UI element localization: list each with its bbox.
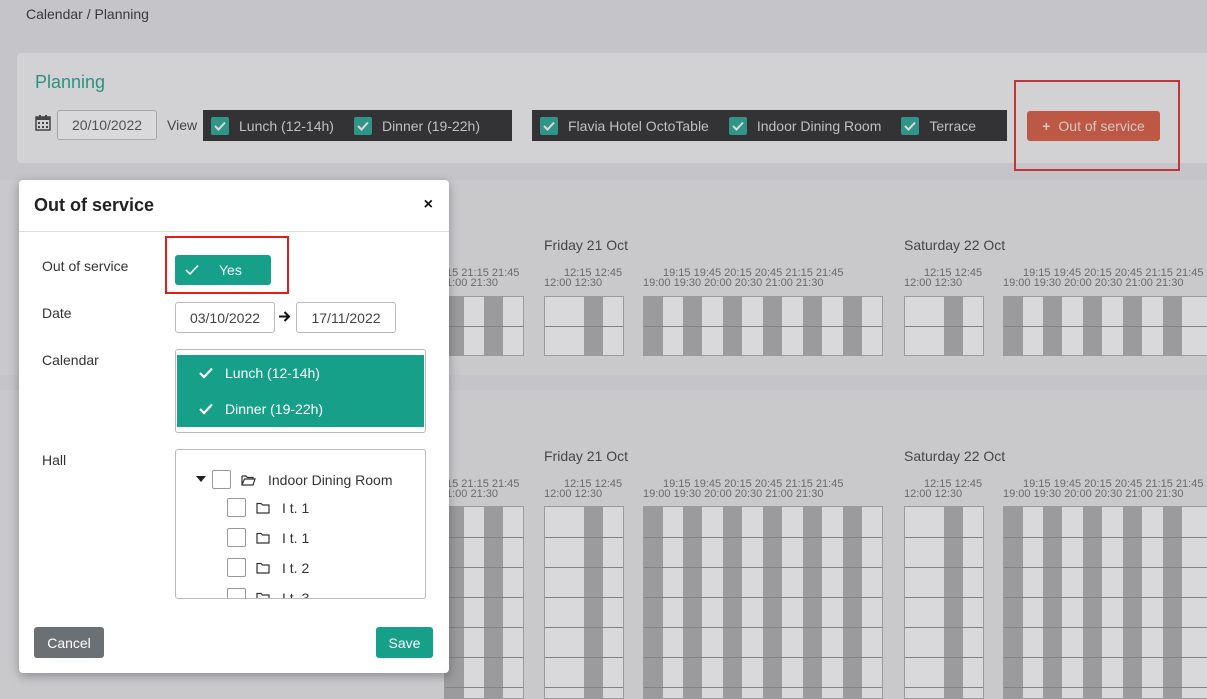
- tree-node-label: I t. 1: [282, 529, 310, 546]
- tree-node[interactable]: I t. 2: [227, 558, 309, 577]
- folder-open-icon: [241, 474, 256, 486]
- folder-icon: [256, 562, 270, 574]
- check-icon: [199, 367, 213, 379]
- tree-node-label: I t. 3: [282, 589, 310, 599]
- highlight-box: [165, 236, 289, 294]
- out-of-service-label: Out of service: [42, 258, 129, 274]
- hall-tree: Indoor Dining Room I t. 1 I t. 1 I t. 2 …: [175, 449, 426, 599]
- folder-icon: [256, 502, 270, 514]
- save-button[interactable]: Save: [376, 627, 433, 658]
- calendar-option-label: Lunch (12-14h): [225, 365, 320, 381]
- tree-node-label: I t. 2: [282, 559, 310, 576]
- modal-title: Out of service: [34, 195, 155, 215]
- tree-node[interactable]: I t. 3: [227, 588, 310, 599]
- calendar-option-dinner[interactable]: Dinner (19-22h): [177, 391, 424, 427]
- tree-node-label: Indoor Dining Room: [268, 471, 393, 488]
- calendar-multiselect: Lunch (12-14h) Dinner (19-22h): [175, 349, 426, 433]
- hall-label: Hall: [42, 452, 67, 468]
- tree-node-root[interactable]: Indoor Dining Room: [196, 470, 393, 489]
- tree-node[interactable]: I t. 1: [227, 498, 309, 517]
- date-label: Date: [42, 305, 72, 321]
- date-to-input[interactable]: 17/11/2022: [296, 302, 396, 333]
- tree-node-label: I t. 1: [282, 499, 310, 516]
- checkbox[interactable]: [227, 498, 246, 517]
- caret-down-icon[interactable]: [196, 476, 206, 483]
- checkbox[interactable]: [227, 528, 246, 547]
- cancel-button[interactable]: Cancel: [34, 627, 104, 658]
- calendar-option-label: Dinner (19-22h): [225, 401, 324, 417]
- close-icon[interactable]: ×: [424, 196, 433, 214]
- arrow-right-icon: [279, 311, 291, 322]
- calendar-label: Calendar: [42, 352, 99, 368]
- modal-header: Out of service: [19, 180, 449, 232]
- folder-icon: [256, 592, 270, 598]
- checkbox[interactable]: [212, 470, 231, 489]
- checkbox[interactable]: [227, 588, 246, 598]
- date-from-input[interactable]: 03/10/2022: [175, 302, 275, 333]
- calendar-option-lunch[interactable]: Lunch (12-14h): [177, 355, 424, 391]
- folder-icon: [256, 532, 270, 544]
- checkbox[interactable]: [227, 558, 246, 577]
- tree-node[interactable]: I t. 1: [227, 528, 309, 547]
- check-icon: [199, 403, 213, 415]
